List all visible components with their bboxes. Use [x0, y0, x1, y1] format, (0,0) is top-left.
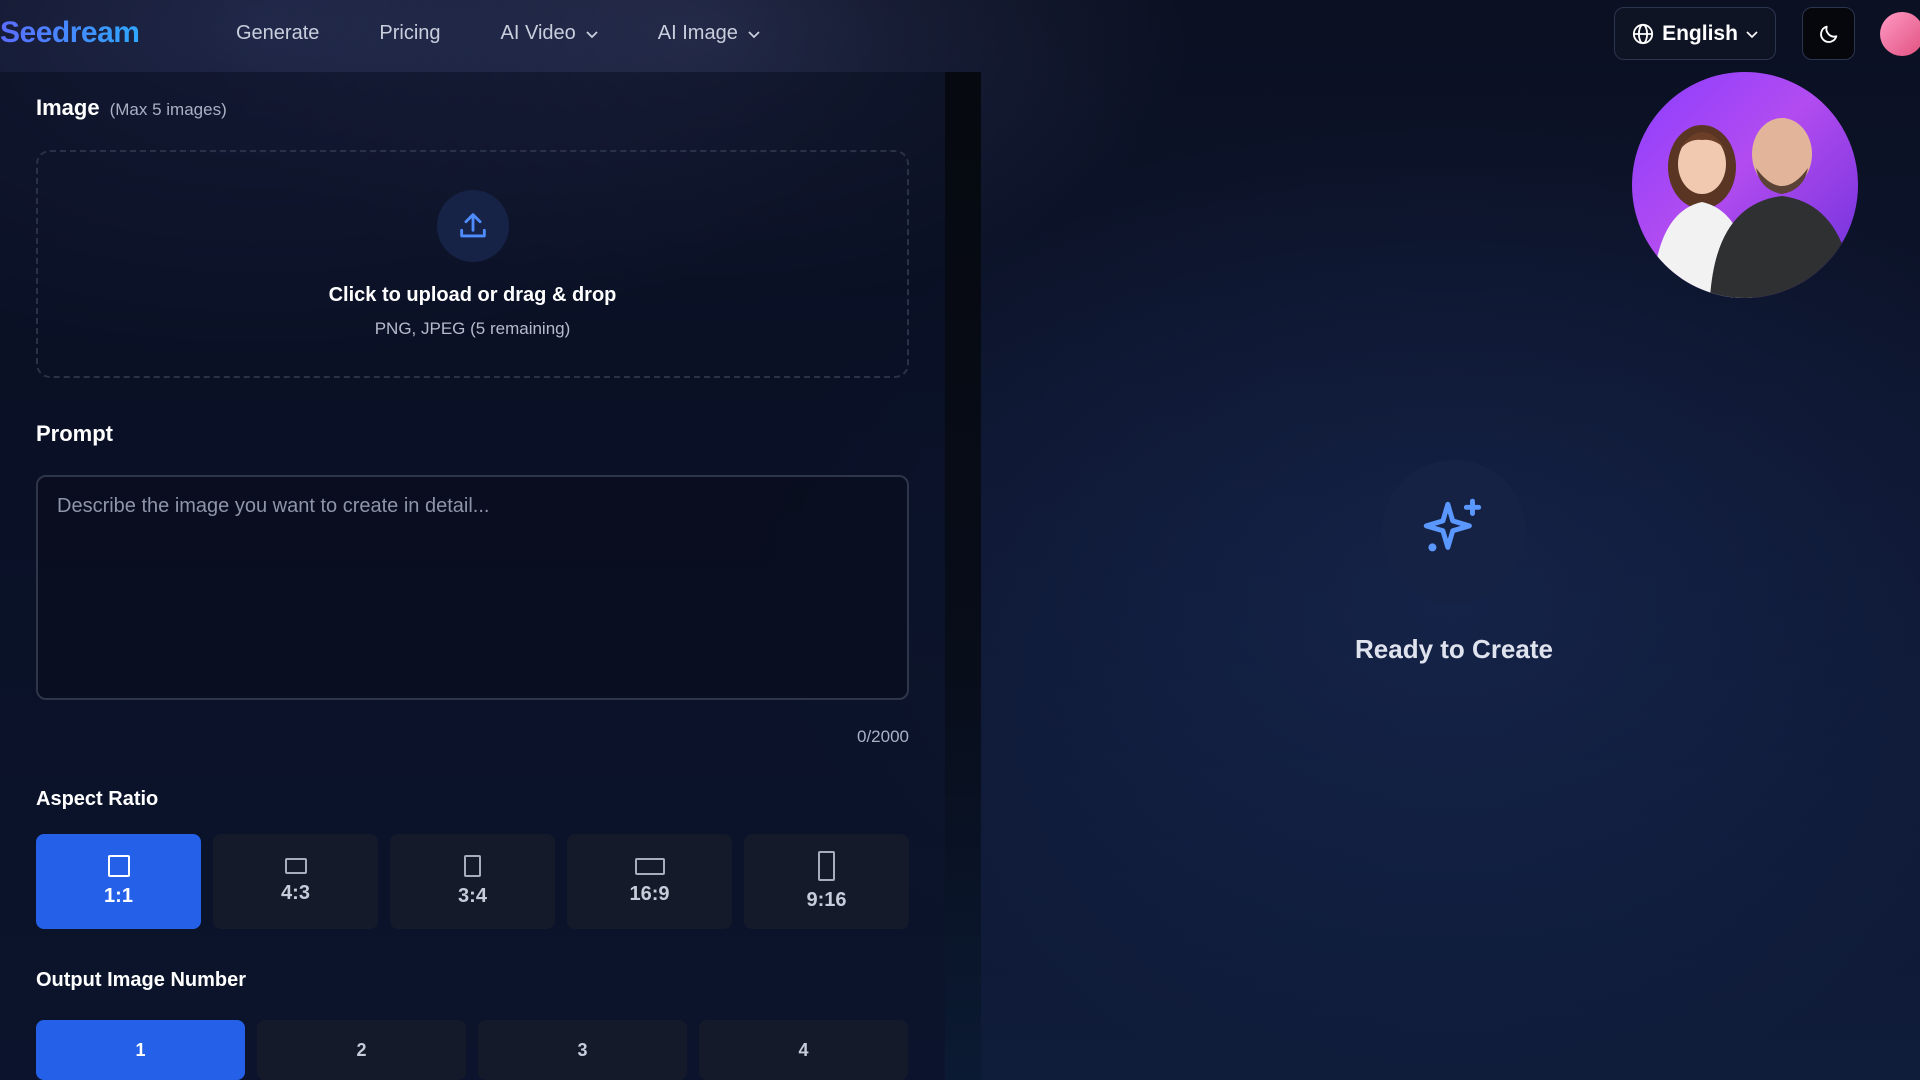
- aspect-ratio-4-3[interactable]: 4:3: [213, 834, 378, 929]
- aspect-ratio-label: 16:9: [629, 882, 670, 905]
- aspect-ratio-9-16[interactable]: 9:16: [744, 834, 909, 929]
- upload-icon-circle: [436, 190, 509, 262]
- brand-logo[interactable]: Seedream: [0, 16, 140, 50]
- image-hint: (Max 5 images): [109, 100, 227, 119]
- people-portrait-illustration: [1652, 118, 1854, 298]
- output-number-3[interactable]: 3: [478, 1020, 687, 1080]
- output-number-2[interactable]: 2: [257, 1020, 466, 1080]
- aspect-ratio-16-9[interactable]: 16:9: [567, 834, 732, 929]
- prompt-input[interactable]: [36, 475, 909, 700]
- chevron-down-icon: [586, 30, 598, 38]
- top-nav: Seedream Generate Pricing AI Video AI Im…: [0, 0, 1920, 66]
- sparkles-icon: [1423, 498, 1482, 552]
- chevron-down-icon: [748, 30, 760, 38]
- square-shape-icon: [107, 855, 130, 877]
- nav-ai-image[interactable]: AI Image: [658, 22, 760, 45]
- sparkles-icon-circle: [1382, 460, 1526, 604]
- moon-icon: [1819, 25, 1837, 43]
- aspect-ratio-3-4[interactable]: 3:4: [390, 834, 555, 929]
- panel-divider: [945, 72, 981, 1080]
- aspect-ratio-label: 9:16: [806, 889, 847, 911]
- aspect-ratio-label: 3:4: [458, 885, 487, 907]
- upload-icon: [459, 213, 486, 238]
- aspect-ratio-title: Aspect Ratio: [36, 788, 159, 810]
- aspect-ratio-1-1[interactable]: 1:1: [36, 834, 201, 929]
- image-section-title: Image (Max 5 images): [36, 95, 227, 121]
- globe-icon: [1632, 23, 1654, 44]
- ready-to-create-label: Ready to Create: [1355, 634, 1553, 664]
- image-title: Image: [36, 95, 100, 120]
- nav-ai-video[interactable]: AI Video: [501, 22, 598, 45]
- nav-ai-image-label: AI Image: [657, 22, 738, 44]
- output-number-options: 1 2 3 4: [36, 1020, 908, 1080]
- nav-generate[interactable]: Generate: [236, 22, 319, 45]
- user-avatar[interactable]: [1880, 12, 1920, 56]
- image-upload-dropzone[interactable]: Click to upload or drag & drop PNG, JPEG…: [36, 150, 909, 378]
- output-number-4[interactable]: 4: [699, 1020, 908, 1080]
- presenter-avatar-image: [1632, 72, 1858, 298]
- wide-shape-icon: [634, 857, 665, 875]
- output-number-title: Output Image Number: [36, 969, 247, 991]
- nav-pricing[interactable]: Pricing: [379, 22, 440, 45]
- landscape-shape-icon: [284, 858, 307, 874]
- nav-links: Generate Pricing AI Video AI Image: [236, 22, 820, 45]
- language-selector[interactable]: English: [1614, 7, 1776, 60]
- chevron-down-icon: [1746, 30, 1758, 38]
- aspect-ratio-label: 4:3: [281, 882, 310, 904]
- nav-ai-video-label: AI Video: [500, 22, 576, 44]
- theme-toggle-button[interactable]: [1802, 7, 1855, 60]
- nav-generate-label: Generate: [236, 22, 320, 44]
- prompt-title: Prompt: [36, 421, 113, 446]
- upload-title: Click to upload or drag & drop: [328, 284, 617, 306]
- portrait-shape-icon: [464, 855, 481, 877]
- output-number-1[interactable]: 1: [36, 1020, 245, 1080]
- aspect-ratio-label: 1:1: [104, 885, 133, 907]
- nav-pricing-label: Pricing: [379, 22, 441, 44]
- tall-shape-icon: [818, 851, 835, 881]
- aspect-ratio-options: 1:1 4:3 3:4 16:9 9:16: [36, 834, 909, 929]
- language-label: English: [1662, 21, 1738, 45]
- prompt-char-counter: 0/2000: [857, 727, 909, 746]
- upload-subtitle: PNG, JPEG (5 remaining): [374, 319, 571, 338]
